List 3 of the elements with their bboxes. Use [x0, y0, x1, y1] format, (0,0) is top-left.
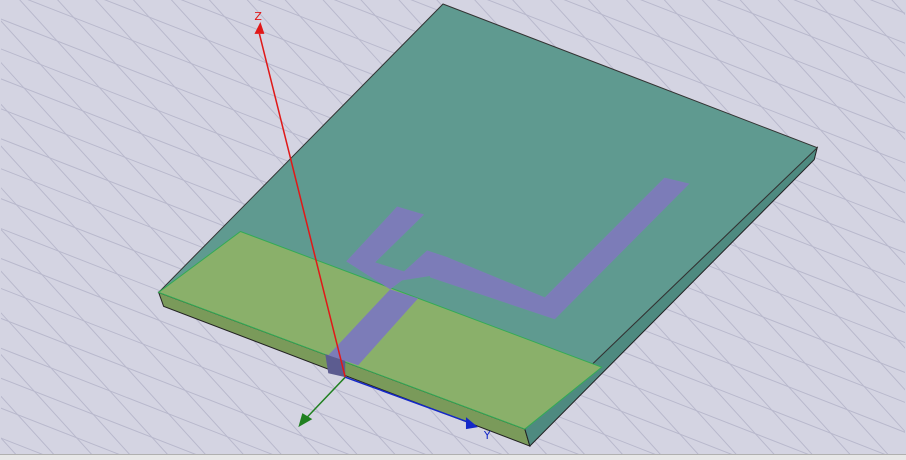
axis-label: Z [254, 10, 262, 23]
x-axis-drawing [298, 376, 346, 428]
axis-label: Y [484, 429, 491, 442]
